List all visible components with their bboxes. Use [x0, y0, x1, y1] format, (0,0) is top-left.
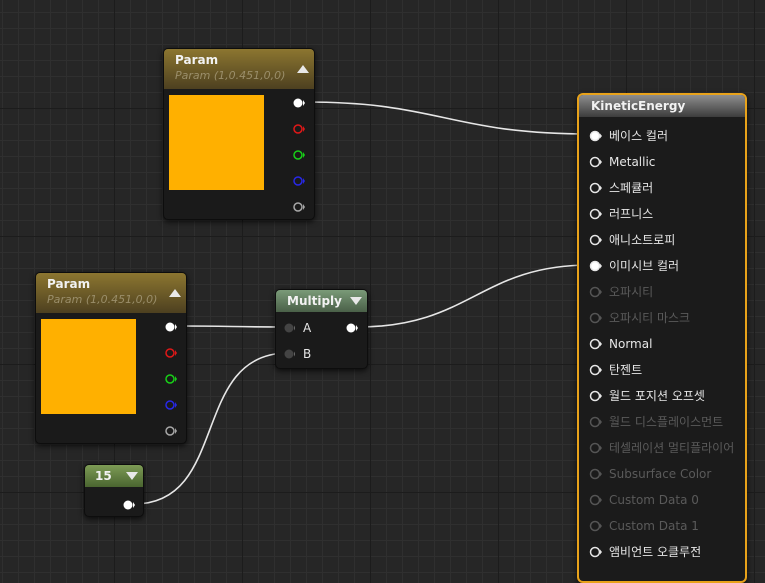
- material-input-pin[interactable]: [589, 156, 602, 168]
- material-input-label: 애니소트로피: [609, 233, 676, 247]
- param-node-2-title: Param: [47, 277, 91, 291]
- material-input-label: 오파시티 마스크: [609, 311, 691, 325]
- material-input-row[interactable]: 스페큘러: [579, 175, 739, 201]
- material-input-row[interactable]: 탄젠트: [579, 357, 739, 383]
- collapse-arrow-icon[interactable]: [126, 472, 138, 480]
- param-node-2-r-output-pin[interactable]: [165, 347, 177, 359]
- param-node-1-g-output-pin[interactable]: [293, 149, 305, 161]
- material-input-row[interactable]: 월드 디스플레이스먼트: [579, 409, 739, 435]
- param-node-2-subtitle: Param (1,0.451,0,0): [47, 293, 158, 306]
- material-input-row[interactable]: Custom Data 0: [579, 487, 739, 513]
- multiply-input-a-pin[interactable]: [283, 322, 295, 334]
- material-input-pin[interactable]: [589, 494, 602, 506]
- material-input-row[interactable]: Metallic: [579, 149, 739, 175]
- param-node-2-b-output-pin[interactable]: [165, 399, 177, 411]
- material-input-label: 월드 포지션 오프셋: [609, 389, 705, 403]
- multiply-output-pin[interactable]: [346, 322, 358, 334]
- param-node-2-header[interactable]: Param Param (1,0.451,0,0): [36, 273, 186, 313]
- param-node-1-rgba-output-pin[interactable]: [293, 97, 305, 109]
- wire-param1-to-base-color[interactable]: [305, 101, 591, 135]
- wire-param2-to-multiply-a[interactable]: [176, 325, 289, 328]
- param-node-2[interactable]: Param Param (1,0.451,0,0): [35, 272, 187, 444]
- material-input-pin[interactable]: [589, 416, 602, 428]
- material-input-label: 오파시티: [609, 285, 654, 299]
- material-input-label: Metallic: [609, 155, 656, 169]
- material-input-label: Custom Data 1: [609, 519, 699, 533]
- material-input-pin[interactable]: [589, 338, 602, 350]
- collapse-arrow-icon[interactable]: [297, 65, 309, 73]
- collapse-arrow-icon[interactable]: [169, 289, 181, 297]
- param-node-1-a-output-pin[interactable]: [293, 201, 305, 213]
- material-input-pin[interactable]: [589, 286, 602, 298]
- material-input-pin[interactable]: [589, 260, 602, 272]
- material-input-label: 탄젠트: [609, 363, 643, 377]
- material-input-pin[interactable]: [589, 546, 602, 558]
- collapse-arrow-icon[interactable]: [350, 297, 362, 305]
- material-input-label: 테셀레이션 멀티플라이어: [609, 441, 735, 455]
- material-input-row[interactable]: 테셀레이션 멀티플라이어: [579, 435, 739, 461]
- material-input-pin[interactable]: [589, 390, 602, 402]
- material-input-pin[interactable]: [589, 208, 602, 220]
- material-input-label: 이미시브 컬러: [609, 259, 680, 273]
- material-input-row[interactable]: 러프니스: [579, 201, 739, 227]
- material-input-label: 앰비언트 오클루전: [609, 545, 702, 559]
- material-input-pin[interactable]: [589, 364, 602, 376]
- multiply-input-b-label: B: [303, 347, 312, 361]
- material-input-pin[interactable]: [589, 130, 602, 142]
- param-node-1-title: Param: [175, 53, 219, 67]
- param-node-2-g-output-pin[interactable]: [165, 373, 177, 385]
- material-input-row[interactable]: Subsurface Color: [579, 461, 739, 487]
- material-input-pin[interactable]: [589, 182, 602, 194]
- material-input-row[interactable]: Custom Data 1: [579, 513, 739, 539]
- material-input-row[interactable]: 오파시티: [579, 279, 739, 305]
- material-input-pin[interactable]: [589, 442, 602, 454]
- constant-output-pin[interactable]: [123, 499, 135, 511]
- param-node-1-subtitle: Param (1,0.451,0,0): [175, 69, 286, 82]
- material-input-pin[interactable]: [589, 468, 602, 480]
- material-input-row[interactable]: Normal: [579, 331, 739, 357]
- material-input-row[interactable]: 이미시브 컬러: [579, 253, 739, 279]
- param-node-1-header[interactable]: Param Param (1,0.451,0,0): [164, 49, 314, 89]
- material-input-label: Custom Data 0: [609, 493, 699, 507]
- material-input-row[interactable]: 베이스 컬러: [579, 123, 739, 149]
- material-input-row[interactable]: 월드 포지션 오프셋: [579, 383, 739, 409]
- material-input-label: 스페큘러: [609, 181, 654, 195]
- param-node-1-color-preview: [169, 95, 264, 190]
- param-node-1-b-output-pin[interactable]: [293, 175, 305, 187]
- material-result-node-title: KineticEnergy: [591, 99, 686, 113]
- multiply-input-a-label: A: [303, 321, 312, 335]
- param-node-2-rgba-output-pin[interactable]: [165, 321, 177, 333]
- param-node-1[interactable]: Param Param (1,0.451,0,0): [163, 48, 315, 220]
- param-node-1-r-output-pin[interactable]: [293, 123, 305, 135]
- multiply-input-b-pin[interactable]: [283, 348, 295, 360]
- param-node-2-a-output-pin[interactable]: [165, 425, 177, 437]
- material-input-pin[interactable]: [589, 312, 602, 324]
- material-input-label: 월드 디스플레이스먼트: [609, 415, 724, 429]
- material-input-label: 베이스 컬러: [609, 129, 669, 143]
- material-input-row[interactable]: 앰비언트 오클루전: [579, 539, 739, 565]
- material-input-label: 러프니스: [609, 207, 654, 221]
- material-result-node-header[interactable]: KineticEnergy: [579, 95, 745, 117]
- param-node-2-color-preview: [41, 319, 136, 414]
- material-input-row[interactable]: 오파시티 마스크: [579, 305, 739, 331]
- material-input-label: Subsurface Color: [609, 467, 712, 481]
- wire-multiply-to-emissive[interactable]: [357, 264, 591, 328]
- material-input-pin[interactable]: [589, 520, 602, 532]
- material-input-label: Normal: [609, 337, 653, 351]
- material-input-row[interactable]: 애니소트로피: [579, 227, 739, 253]
- constant-node[interactable]: 15: [84, 464, 144, 517]
- material-result-node[interactable]: KineticEnergy 베이스 컬러 Metallic 스페큘러러프니스애니소트…: [577, 93, 747, 583]
- multiply-node[interactable]: Multiply A B: [275, 289, 368, 369]
- material-input-pin[interactable]: [589, 234, 602, 246]
